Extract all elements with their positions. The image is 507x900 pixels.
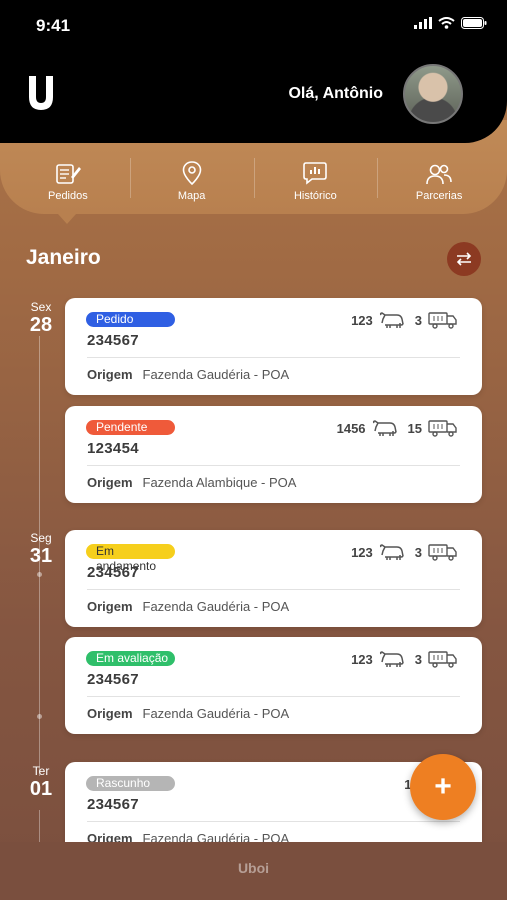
- order-card[interactable]: Em avaliação 234567 123 3 Origem Fazenda Gaud…: [65, 637, 482, 734]
- day-label: Sex 28: [29, 300, 53, 337]
- tab-label: Parcerias: [415, 190, 463, 202]
- status-badge: Em andamento: [86, 544, 175, 573]
- history-chart-icon: [303, 162, 328, 185]
- truck-count: 15: [407, 420, 422, 436]
- timeline-dot: [37, 572, 42, 577]
- order-card[interactable]: Pedido 234567 123 3 Origem Fazenda Gaudéria -…: [65, 298, 482, 395]
- cattle-icon: [372, 420, 397, 436]
- day-label: Seg 31: [29, 531, 53, 568]
- origin-value: Fazenda Gaudéria - POA: [142, 367, 290, 382]
- cattle-count: 1456: [336, 420, 366, 436]
- add-order-button[interactable]: +: [410, 754, 476, 820]
- origin-value: Fazenda Alambique - POA: [142, 475, 297, 490]
- orders-list[interactable]: Sex 28 Seg 31 Ter 01 Pedido 234567 123 3 Origem…: [0, 214, 507, 842]
- origin-label: Origem: [87, 367, 133, 382]
- status-badge: Rascunho: [86, 776, 175, 791]
- origin-row: Origem Fazenda Gaudéria - POA: [87, 367, 289, 382]
- origin-label: Origem: [87, 706, 133, 721]
- order-card[interactable]: Pendente 123454 1456 15 Origem Fazenda Alambi…: [65, 406, 482, 503]
- tab-label: Mapa: [177, 190, 206, 202]
- order-number: 234567: [87, 796, 139, 813]
- status-badge: Em avaliação: [86, 651, 175, 666]
- map-pin-icon: [182, 161, 201, 185]
- tab-parcerias[interactable]: Parcerias: [377, 154, 501, 202]
- status-badge: Pendente: [86, 420, 175, 435]
- origin-value: Fazenda Gaudéria - POA: [142, 599, 290, 614]
- cattle-icon: [379, 544, 404, 560]
- signal-icon: [414, 17, 432, 29]
- order-metrics: 1456 15: [337, 419, 458, 437]
- truck-icon: [428, 312, 457, 329]
- order-number: 234567: [87, 564, 139, 581]
- status-icons: [414, 17, 487, 29]
- cattle-icon: [379, 312, 404, 328]
- cattle-count: 123: [351, 312, 373, 328]
- tab-label: Pedidos: [47, 190, 88, 202]
- cattle-icon: [379, 651, 404, 667]
- origin-label: Origem: [87, 831, 133, 842]
- tab-label: Histórico: [293, 190, 337, 202]
- order-metrics: 123 3: [351, 650, 458, 668]
- avatar[interactable]: [403, 64, 463, 124]
- tab-pedidos[interactable]: Pedidos: [6, 154, 130, 202]
- origin-row: Origem Fazenda Gaudéria - POA: [87, 831, 289, 842]
- tab-mapa[interactable]: Mapa: [129, 154, 254, 202]
- origin-label: Origem: [87, 475, 133, 490]
- origin-row: Origem Fazenda Alambique - POA: [87, 475, 296, 490]
- divider: [87, 465, 460, 466]
- app-header: 9:41 Olá, Antônio: [0, 0, 507, 143]
- origin-label: Origem: [87, 599, 133, 614]
- timeline-dot: [37, 714, 42, 719]
- status-badge: Pedido: [86, 312, 175, 327]
- battery-icon: [461, 17, 487, 29]
- cattle-count: 123: [351, 544, 373, 560]
- divider: [87, 589, 460, 590]
- divider: [87, 357, 460, 358]
- wifi-icon: [438, 17, 455, 29]
- divider: [87, 821, 460, 822]
- timeline-line: [39, 810, 40, 842]
- order-number: 123454: [87, 440, 139, 457]
- footer: Uboi: [0, 842, 507, 900]
- truck-icon: [428, 544, 457, 561]
- order-card[interactable]: Em andamento 234567 123 3 Origem Fazenda Gaud…: [65, 530, 482, 627]
- truck-icon: [428, 651, 457, 668]
- orders-icon: [56, 164, 81, 184]
- truck-count: 3: [414, 312, 422, 328]
- partners-icon: [426, 164, 452, 185]
- cattle-count: 123: [351, 651, 373, 667]
- order-number: 234567: [87, 332, 139, 349]
- footer-brand: Uboi: [237, 860, 270, 876]
- order-metrics: 123 3: [351, 311, 458, 329]
- brand-logo-icon: [29, 76, 53, 110]
- tab-historico[interactable]: Histórico: [253, 154, 378, 202]
- divider: [87, 696, 460, 697]
- origin-row: Origem Fazenda Gaudéria - POA: [87, 706, 289, 721]
- day-label: Ter 01: [29, 764, 53, 801]
- greeting: Olá, Antônio: [288, 85, 383, 102]
- origin-row: Origem Fazenda Gaudéria - POA: [87, 599, 289, 614]
- truck-icon: [428, 420, 457, 437]
- truck-count: 3: [414, 651, 422, 667]
- truck-count: 3: [414, 544, 422, 560]
- status-time: 9:41: [36, 16, 71, 35]
- origin-value: Fazenda Gaudéria - POA: [142, 831, 290, 842]
- order-metrics: 123 3: [351, 543, 458, 561]
- origin-value: Fazenda Gaudéria - POA: [142, 706, 290, 721]
- order-number: 234567: [87, 671, 139, 688]
- active-tab-indicator: [58, 214, 76, 224]
